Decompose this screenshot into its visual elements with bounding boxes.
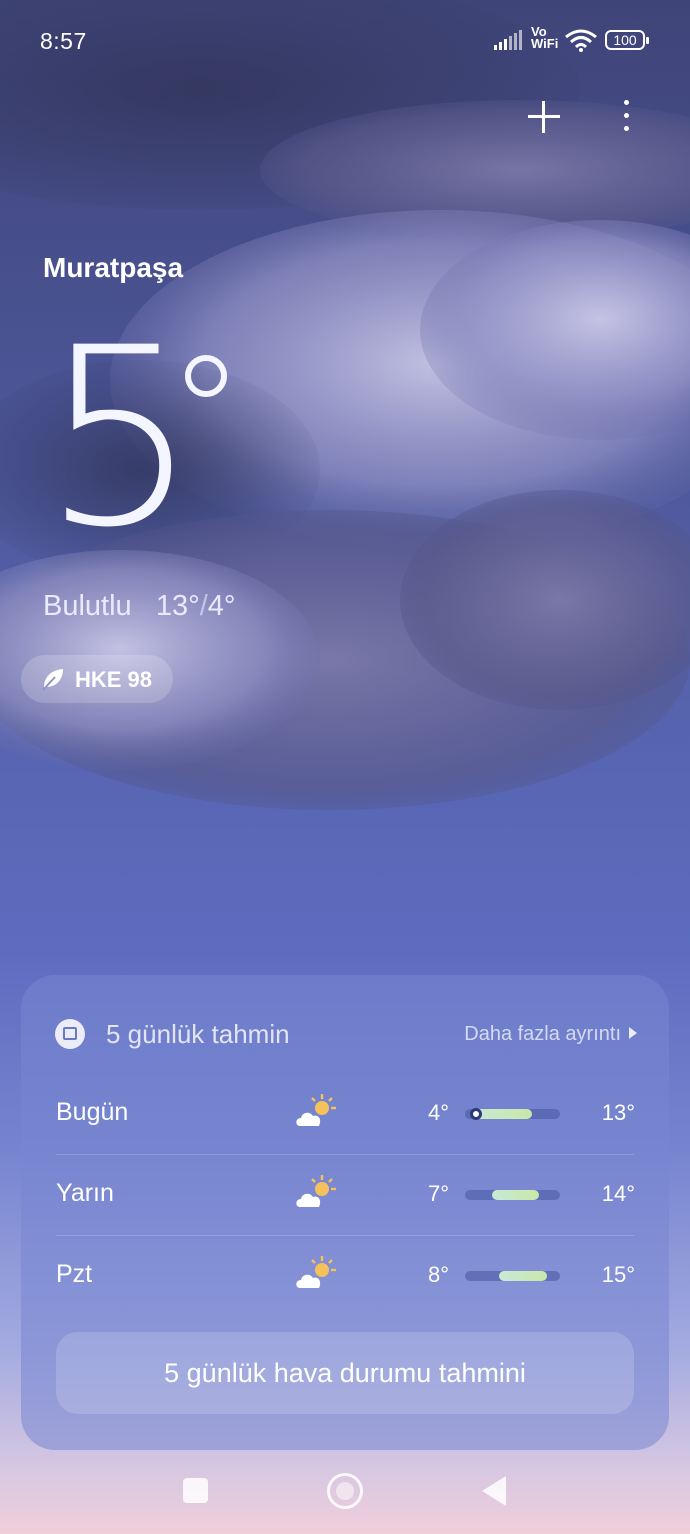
temp-range-bar xyxy=(465,1271,560,1281)
back-button[interactable] xyxy=(482,1476,506,1506)
recents-button[interactable] xyxy=(183,1478,208,1503)
forecast-row[interactable]: Pzt 8° 15° xyxy=(56,1236,635,1316)
signal-icon xyxy=(494,30,522,50)
temp-separator: / xyxy=(199,590,208,622)
forecast-title: 5 günlük tahmin xyxy=(106,1019,290,1049)
forecast-card: 5 günlük tahmin Daha fazla ayrıntı Bugün… xyxy=(21,975,669,1450)
status-bar: 8:57 Vo WiFi 100 xyxy=(0,0,690,80)
forecast-low: 7° xyxy=(428,1181,450,1206)
current-temperature: 5 xyxy=(42,296,199,582)
condition-summary: Bulutlu 13°/4° xyxy=(43,590,236,623)
forecast-row[interactable]: Yarın 7° 14° xyxy=(56,1155,635,1235)
forecast-row[interactable]: Bugün 4° 13° xyxy=(56,1074,635,1154)
forecast-high: 13° xyxy=(601,1100,635,1125)
high-temp: 13° xyxy=(155,590,200,622)
system-nav-bar xyxy=(0,1460,690,1534)
temp-range-fill xyxy=(491,1190,540,1200)
forecast-high: 14° xyxy=(601,1181,635,1206)
add-city-button[interactable] xyxy=(525,98,563,136)
aqi-badge[interactable]: HKE 98 xyxy=(21,655,173,703)
partly-cloudy-icon xyxy=(296,1175,336,1207)
aqi-label: HKE 98 xyxy=(75,667,153,692)
chevron-right-icon xyxy=(629,1027,637,1039)
battery-icon: 100 xyxy=(605,30,649,50)
temp-range-fill xyxy=(499,1271,547,1281)
more-details-link[interactable]: Daha fazla ayrıntı xyxy=(464,1023,637,1046)
condition-text: Bulutlu xyxy=(43,590,132,622)
wifi-icon xyxy=(565,29,597,52)
low-temp: 4° xyxy=(207,590,236,622)
forecast-header: 5 günlük tahmin Daha fazla ayrıntı xyxy=(55,1017,637,1057)
forecast-day: Bugün xyxy=(56,1098,129,1126)
status-time: 8:57 xyxy=(40,28,87,54)
leaf-icon xyxy=(42,669,63,691)
degree-symbol-icon xyxy=(185,355,227,397)
partly-cloudy-icon xyxy=(296,1256,336,1288)
forecast-low: 8° xyxy=(428,1262,450,1287)
forecast-low: 4° xyxy=(428,1100,450,1125)
forecast-day: Pzt xyxy=(56,1260,93,1288)
vowifi-label: Vo WiFi xyxy=(531,24,559,51)
home-button[interactable] xyxy=(327,1473,363,1509)
calendar-icon xyxy=(55,1019,85,1049)
city-name: Muratpaşa xyxy=(43,252,184,283)
more-options-button[interactable] xyxy=(616,98,638,134)
forecast-high: 15° xyxy=(601,1262,635,1287)
five-day-forecast-button[interactable]: 5 günlük hava durumu tahmini xyxy=(56,1332,634,1414)
temp-range-bar xyxy=(465,1190,560,1200)
forecast-day: Yarın xyxy=(56,1179,114,1207)
temp-range-bar xyxy=(465,1108,560,1120)
partly-cloudy-icon xyxy=(296,1094,336,1126)
